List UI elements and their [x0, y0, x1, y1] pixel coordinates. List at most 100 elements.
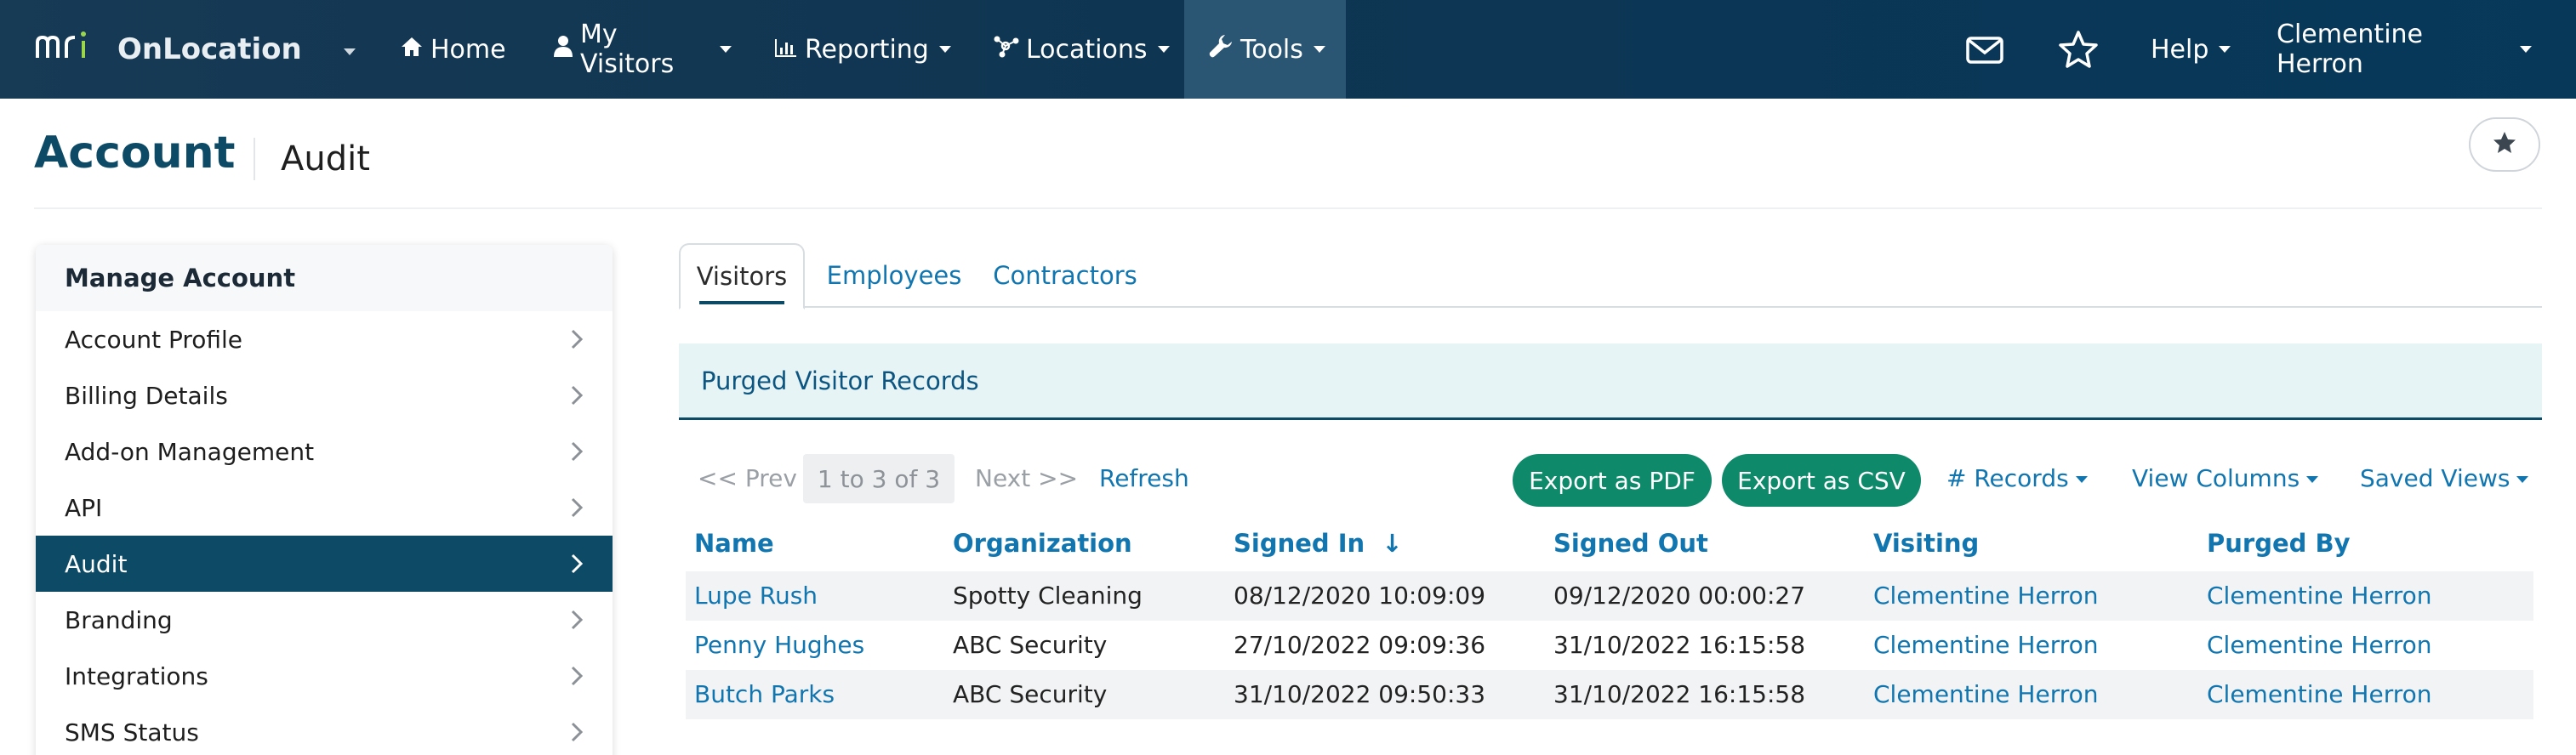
- signed-out-cell: 31/10/2022 16:15:58: [1553, 631, 1806, 659]
- saved-views-label: Saved Views: [2360, 464, 2510, 492]
- user-menu[interactable]: Clementine Herron: [2277, 0, 2532, 99]
- mri-logo: [34, 29, 102, 71]
- chevron-right-icon: [571, 666, 584, 686]
- purged-by-link[interactable]: Clementine Herron: [2207, 631, 2432, 659]
- chevron-right-icon: [571, 329, 584, 349]
- purged-by-link[interactable]: Clementine Herron: [2207, 582, 2432, 610]
- sidebar-item-sms-status[interactable]: SMS Status: [36, 704, 613, 755]
- sidebar-heading: Manage Account: [36, 245, 613, 311]
- visiting-link[interactable]: Clementine Herron: [1873, 680, 2099, 708]
- purged-visitors-table: Name Organization Signed In ↓ Signed Out…: [686, 520, 2533, 719]
- chevron-down-icon: [2075, 476, 2088, 483]
- column-header-name[interactable]: Name: [694, 529, 774, 558]
- organization-cell: Spotty Cleaning: [953, 582, 1143, 610]
- sidebar-item-label: SMS Status: [65, 718, 199, 746]
- view-columns-dropdown[interactable]: View Columns: [2132, 464, 2319, 492]
- visitor-name-link[interactable]: Penny Hughes: [694, 631, 864, 659]
- tab-employees[interactable]: Employees: [822, 243, 966, 308]
- mri-logo-mark: [36, 31, 86, 58]
- sidebar-item-label: Branding: [65, 605, 173, 634]
- user-name: Clementine Herron: [2277, 20, 2424, 79]
- sidebar-item-label: API: [65, 493, 103, 522]
- tab-visitors[interactable]: Visitors: [679, 243, 805, 309]
- page-subtitle: Audit: [281, 139, 370, 179]
- chevron-down-icon: [2516, 476, 2529, 483]
- sidebar-item-label: Billing Details: [65, 381, 228, 410]
- column-header-signed-out[interactable]: Signed Out: [1553, 529, 1708, 558]
- visitor-name-link[interactable]: Butch Parks: [694, 680, 835, 708]
- chevron-down-icon: [720, 46, 732, 53]
- wrench-icon: [1208, 33, 1234, 65]
- refresh-button[interactable]: Refresh: [1099, 464, 1189, 492]
- nav-home[interactable]: Home: [400, 0, 510, 99]
- column-header-organization[interactable]: Organization: [953, 529, 1132, 558]
- sidebar-item-integrations[interactable]: Integrations: [36, 648, 613, 704]
- visitor-name-link[interactable]: Lupe Rush: [694, 582, 818, 610]
- tab-label: Employees: [826, 261, 962, 290]
- app-switcher-caret-icon[interactable]: [333, 43, 356, 59]
- sidebar-item-audit[interactable]: Audit: [36, 536, 613, 592]
- home-icon: [400, 35, 424, 65]
- sidebar-item-label: Audit: [65, 549, 128, 578]
- network-icon: [992, 34, 1019, 65]
- chevron-down-icon: [2219, 46, 2231, 53]
- purged-by-link[interactable]: Clementine Herron: [2207, 680, 2432, 708]
- nav-help[interactable]: Help: [2151, 0, 2236, 99]
- chevron-down-icon: [1313, 46, 1325, 53]
- chevron-right-icon: [571, 722, 584, 742]
- mail-icon[interactable]: [1963, 29, 2006, 71]
- manage-account-sidebar: Manage Account Account Profile Billing D…: [36, 245, 613, 755]
- chevron-down-icon: [2306, 476, 2319, 483]
- signed-out-cell: 09/12/2020 00:00:27: [1553, 582, 1806, 610]
- user-icon: [553, 34, 573, 65]
- signed-in-cell: 08/12/2020 10:09:09: [1234, 582, 1486, 610]
- app-name: OnLocation: [117, 32, 302, 66]
- tab-contractors[interactable]: Contractors: [989, 243, 1142, 308]
- nav-help-label: Help: [2151, 34, 2209, 65]
- table-header: Name Organization Signed In ↓ Signed Out…: [686, 520, 2533, 571]
- nav-locations[interactable]: Locations: [992, 0, 1170, 99]
- column-header-signed-in[interactable]: Signed In ↓: [1234, 529, 1403, 558]
- organization-cell: ABC Security: [953, 631, 1108, 659]
- column-header-label: Signed In: [1234, 529, 1365, 558]
- organization-cell: ABC Security: [953, 680, 1108, 708]
- nav-reporting-label: Reporting: [805, 34, 929, 65]
- nav-locations-label: Locations: [1026, 34, 1148, 65]
- sidebar-item-label: Account Profile: [65, 325, 243, 354]
- nav-tools-label: Tools: [1240, 34, 1303, 65]
- panel-title: Purged Visitor Records: [679, 343, 2542, 420]
- nav-tools[interactable]: Tools: [1184, 0, 1346, 99]
- sidebar-item-add-on-management[interactable]: Add-on Management: [36, 423, 613, 480]
- view-columns-label: View Columns: [2132, 464, 2300, 492]
- nav-reporting[interactable]: Reporting: [774, 0, 951, 99]
- star-icon[interactable]: [2057, 29, 2100, 71]
- signed-out-cell: 31/10/2022 16:15:58: [1553, 680, 1806, 708]
- visiting-link[interactable]: Clementine Herron: [1873, 631, 2099, 659]
- page-title: Account: [34, 128, 236, 179]
- nav-my-visitors-label: My Visitors: [580, 20, 675, 79]
- prev-page-button[interactable]: << Prev: [698, 464, 797, 492]
- nav-my-visitors[interactable]: My Visitors: [553, 0, 732, 99]
- records-dropdown[interactable]: # Records: [1946, 464, 2088, 492]
- sidebar-item-billing-details[interactable]: Billing Details: [36, 367, 613, 423]
- sidebar-item-account-profile[interactable]: Account Profile: [36, 311, 613, 367]
- saved-views-dropdown[interactable]: Saved Views: [2360, 464, 2529, 492]
- favorite-button[interactable]: [2469, 117, 2540, 172]
- visiting-link[interactable]: Clementine Herron: [1873, 582, 2099, 610]
- column-header-visiting[interactable]: Visiting: [1873, 529, 1979, 558]
- sidebar-item-branding[interactable]: Branding: [36, 592, 613, 648]
- chevron-right-icon: [571, 441, 584, 462]
- chevron-down-icon: [2520, 46, 2532, 53]
- export-pdf-button[interactable]: Export as PDF: [1513, 454, 1712, 507]
- tab-label: Visitors: [696, 262, 788, 291]
- sidebar-item-api[interactable]: API: [36, 480, 613, 536]
- nav-home-label: Home: [430, 34, 506, 65]
- export-csv-button[interactable]: Export as CSV: [1722, 454, 1921, 507]
- column-header-purged-by[interactable]: Purged By: [2207, 529, 2351, 558]
- sidebar-item-label: Integrations: [65, 661, 208, 690]
- next-page-button[interactable]: Next >>: [975, 464, 1078, 492]
- brand[interactable]: OnLocation: [34, 29, 302, 70]
- chevron-down-icon: [1157, 46, 1170, 53]
- star-icon: [2492, 130, 2517, 159]
- tab-label: Contractors: [993, 261, 1137, 290]
